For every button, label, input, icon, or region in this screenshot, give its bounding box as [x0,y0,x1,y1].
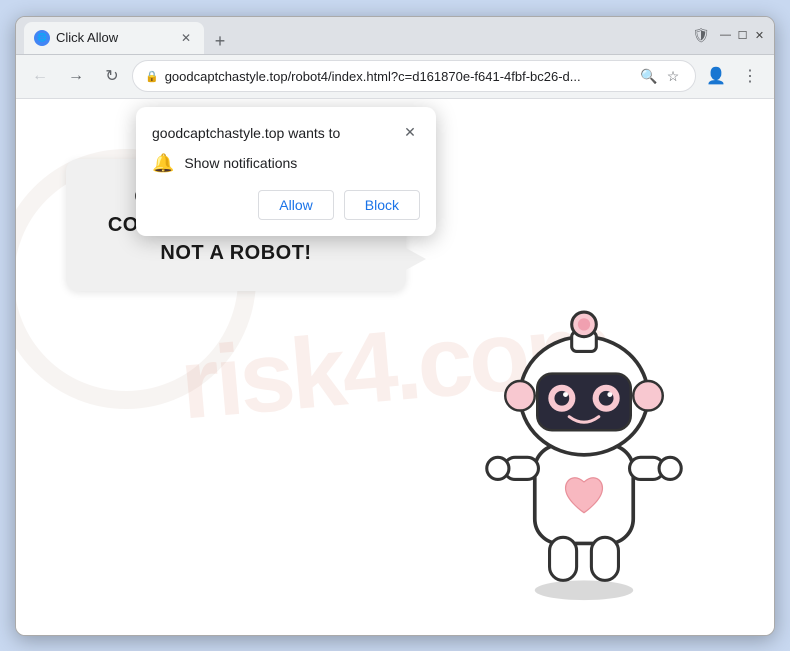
lock-icon: 🔒 [145,70,159,83]
robot-svg [454,285,714,605]
block-button[interactable]: Block [344,190,420,220]
tab-favicon: 🌐 [34,30,50,46]
nav-bar: ← → ↻ 🔒 goodcaptchastyle.top/robot4/inde… [16,55,774,99]
favicon-globe: 🌐 [37,33,47,42]
notification-popup: goodcaptchastyle.top wants to ✕ 🔔 Show n… [136,107,436,236]
search-icon[interactable]: 🔍 [639,66,659,86]
address-text: goodcaptchastyle.top/robot4/index.html?c… [165,69,633,84]
back-button[interactable]: ← [24,60,56,92]
reload-button[interactable]: ↻ [96,60,128,92]
browser-window: 🌐 Click Allow ✕ + 🛡 — ☐ ✕ [15,16,775,636]
popup-buttons: Allow Block [152,190,420,220]
tab-close-button[interactable]: ✕ [178,30,194,46]
shield-download-icon[interactable]: 🛡 [687,21,715,49]
tab-title: Click Allow [56,30,172,45]
allow-button[interactable]: Allow [258,190,333,220]
bookmark-icon[interactable]: ☆ [663,66,683,86]
page-content: risk4.com goodcaptchastyle.top wants to … [16,99,774,635]
tab-strip: 🌐 Click Allow ✕ + [24,17,683,54]
menu-icon[interactable]: ⋮ [734,60,766,92]
toolbar-extras: 👤 ⋮ [700,60,766,92]
profile-icon[interactable]: 👤 [700,60,732,92]
popup-close-button[interactable]: ✕ [400,123,420,143]
maximize-button[interactable]: ☐ [736,29,749,42]
new-tab-button[interactable]: + [208,30,232,54]
popup-permission-row: 🔔 Show notifications [152,153,420,174]
popup-header: goodcaptchastyle.top wants to ✕ [152,123,420,143]
address-right-icons: 🔍 ☆ [639,66,683,86]
permission-label: Show notifications [184,155,297,171]
minimize-button[interactable]: — [719,29,732,42]
address-bar[interactable]: 🔒 goodcaptchastyle.top/robot4/index.html… [132,60,696,92]
forward-button[interactable]: → [60,60,92,92]
robot-illustration [454,285,714,605]
title-bar: 🌐 Click Allow ✕ + 🛡 — ☐ ✕ [16,17,774,55]
active-tab[interactable]: 🌐 Click Allow ✕ [24,22,204,54]
close-button[interactable]: ✕ [753,29,766,42]
window-controls-area: 🛡 — ☐ ✕ [687,21,766,49]
popup-site-name: goodcaptchastyle.top wants to [152,125,340,141]
bell-icon: 🔔 [152,153,174,174]
